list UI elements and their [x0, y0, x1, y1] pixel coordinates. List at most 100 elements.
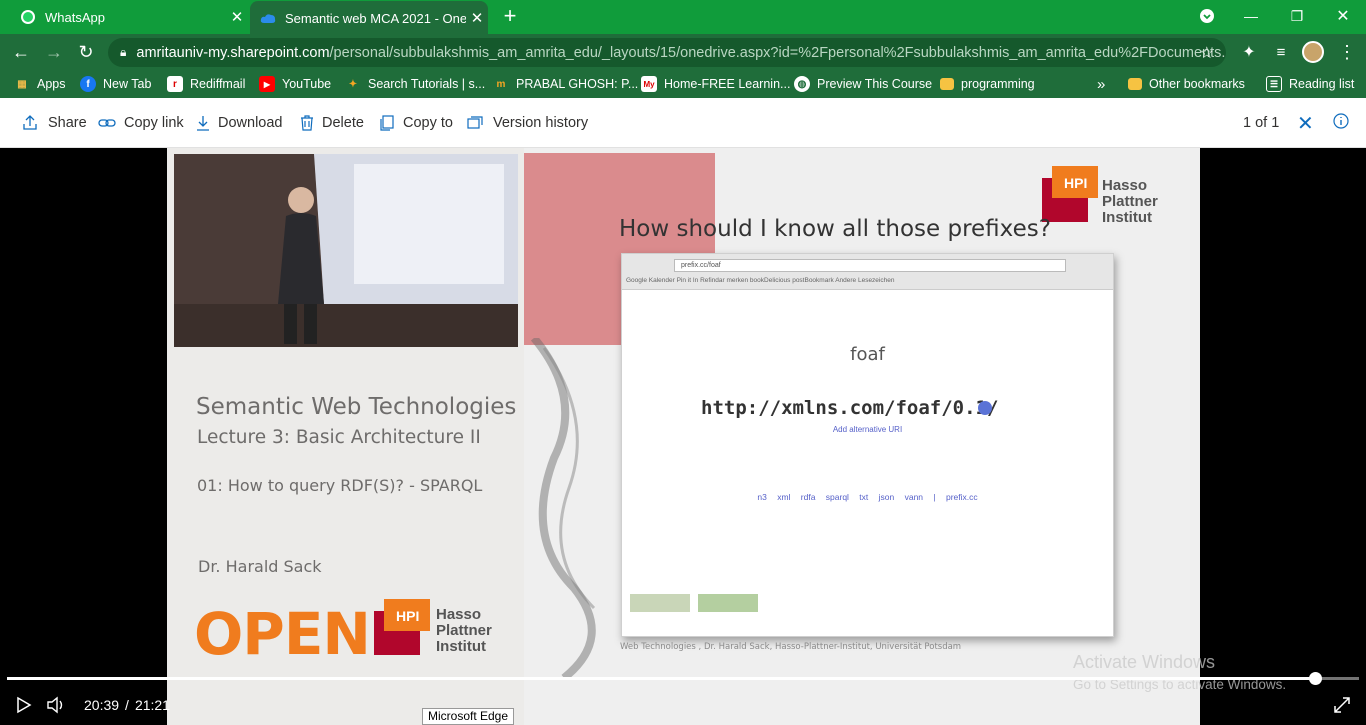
embedded-browser-screenshot: prefix.cc/foaf Google Kalender Pin it In… [621, 253, 1114, 637]
tab-strip: WhatsApp ✕ Semantic web MCA 2021 - OneD … [0, 0, 1366, 35]
back-button[interactable]: ← [8, 40, 34, 64]
bookmark-label: Rediffmail [190, 77, 246, 91]
bookmark-label: YouTube [282, 77, 332, 91]
video-frame: Semantic Web Technologies Lecture 3: Bas… [167, 148, 1200, 725]
forward-button[interactable]: → [41, 40, 67, 64]
bookmark-prabal-ghosh[interactable]: m PRABAL GHOSH: P... [493, 70, 639, 98]
bookmark-other[interactable]: Other bookmarks [1128, 70, 1245, 98]
copy-to-label: Copy to [403, 115, 453, 131]
extensions-icon[interactable]: ✦ [1236, 40, 1262, 64]
copy-link-button[interactable]: Copy link [98, 98, 184, 148]
embedded-bookmarks: Google Kalender Pin it In Refindar merke… [626, 277, 895, 284]
trash-icon [300, 115, 314, 131]
folder-icon [1128, 78, 1142, 90]
delete-button[interactable]: Delete [300, 98, 364, 148]
bookmark-preview-course[interactable]: ◍ Preview This Course [794, 70, 932, 98]
copy-link-label: Copy link [124, 115, 184, 131]
hpi-name-line: Institut [1102, 209, 1152, 226]
share-button[interactable]: Share [22, 98, 87, 148]
bookmark-label: Home-FREE Learnin... [664, 77, 791, 91]
volume-button[interactable] [46, 693, 66, 717]
author-name: Dr. Harald Sack [198, 557, 322, 576]
address-bar[interactable]: 🔒︎ amritauniv-my.sharepoint.com/personal… [108, 38, 1226, 67]
lock-icon: 🔒︎ [120, 45, 127, 59]
restore-button[interactable]: ❐ [1274, 0, 1320, 32]
namespace-uri: http://xmlns.com/foaf/0.1/ [701, 397, 999, 419]
reading-list[interactable]: ☰ Reading list [1266, 70, 1354, 98]
fullscreen-icon [1334, 697, 1350, 713]
bookmark-home-free-learning[interactable]: My Home-FREE Learnin... [641, 70, 790, 98]
bookmark-label: Reading list [1289, 77, 1355, 91]
version-history-button[interactable]: Version history [467, 98, 588, 148]
embedded-url: prefix.cc/foaf [674, 259, 1066, 272]
hpi-name-line: Plattner [1102, 193, 1158, 210]
tab-title: WhatsApp [45, 9, 105, 25]
copy-icon [379, 115, 395, 131]
fullscreen-button[interactable] [1333, 693, 1351, 717]
hpi-name-line: Plattner [436, 622, 492, 639]
hpi-name-line: Institut [436, 638, 486, 655]
close-tab-icon[interactable]: ✕ [466, 9, 488, 27]
bookmark-label: programming [961, 77, 1035, 91]
facebook-icon: f [80, 76, 96, 92]
version-history-icon [467, 116, 485, 130]
delete-label: Delete [322, 115, 364, 131]
bookmarks-bar: ▦ Apps f New Tab r Rediffmail ▶ YouTube ✦ Sea… [0, 70, 1366, 98]
tab-onedrive[interactable]: Semantic web MCA 2021 - OneD ✕ [250, 1, 488, 35]
bookmarks-overflow-button[interactable]: » [1097, 70, 1105, 98]
tutorials-icon: ✦ [348, 78, 358, 90]
play-button[interactable] [15, 693, 33, 717]
close-window-button[interactable]: ✕ [1320, 0, 1366, 32]
close-viewer-button[interactable]: ✕ [1297, 98, 1314, 148]
copy-to-button[interactable]: Copy to [379, 98, 453, 148]
current-time: 20:39 [84, 697, 120, 713]
seek-bar[interactable] [7, 672, 1359, 685]
my-icon: My [641, 76, 657, 92]
time-display: 20:39 / 21:21 [84, 693, 170, 717]
video-player[interactable]: Semantic Web Technologies Lecture 3: Bas… [0, 148, 1366, 725]
bookmark-label: Preview This Course [817, 77, 933, 91]
format-links: n3 xml rdfa sparql txt json vann | prefi… [757, 492, 978, 502]
media-control-icon[interactable]: ≡ [1268, 40, 1294, 64]
bookmark-rediffmail[interactable]: r Rediffmail [167, 70, 245, 98]
course-title: Semantic Web Technologies [196, 394, 517, 420]
bookmark-programming[interactable]: programming [940, 70, 1035, 98]
globe-icon: ◍ [794, 76, 810, 92]
seek-bar-fill [7, 677, 1315, 680]
hpi-institute-name: Hasso Plattner Institut [436, 607, 492, 655]
profile-avatar[interactable] [1300, 40, 1326, 64]
section-title: 01: How to query RDF(S)? - SPARQL [197, 476, 483, 495]
info-icon [1333, 113, 1349, 133]
bookmark-label: Apps [37, 77, 66, 91]
url-path: /personal/subbulakshmis_am_amrita_edu/_l… [329, 44, 1226, 61]
bookmark-search-tutorials[interactable]: ✦ Search Tutorials | s... [345, 70, 485, 98]
speaker-icon [47, 696, 63, 714]
close-tab-icon[interactable]: ✕ [226, 8, 248, 26]
download-label: Download [218, 115, 283, 131]
slide-footer: Web Technologies , Dr. Harald Sack, Hass… [620, 642, 962, 652]
hpi-institute-name: Hasso Plattner Institut [1102, 178, 1158, 226]
seek-handle[interactable] [1308, 672, 1322, 685]
tab-whatsapp[interactable]: WhatsApp ✕ [8, 0, 248, 34]
bookmark-label: PRABAL GHOSH: P... [516, 77, 639, 91]
url-host: amritauniv-my.sharepoint.com [136, 44, 330, 61]
hpi-logo-text: HPI [396, 608, 419, 624]
link-icon [98, 117, 116, 129]
bookmark-star-icon[interactable]: ☆ [1200, 43, 1214, 63]
version-history-label: Version history [493, 115, 589, 131]
alt-uri-link: Add alternative URI [832, 425, 903, 434]
download-button[interactable]: Download [196, 98, 283, 148]
info-button[interactable] [1333, 98, 1349, 148]
new-tab-button[interactable]: + [498, 5, 522, 29]
reload-button[interactable]: ↻ [73, 40, 99, 64]
minimize-button[interactable]: — [1228, 0, 1274, 32]
menu-icon[interactable]: ⋮ [1334, 40, 1360, 64]
decorative-sketch [530, 338, 596, 678]
bookmark-apps[interactable]: ▦ Apps [14, 70, 66, 98]
bookmark-new-tab[interactable]: f New Tab [80, 70, 151, 98]
tab-search-icon[interactable] [1184, 0, 1230, 32]
apps-grid-icon: ▦ [17, 78, 27, 90]
hpi-logo: HPI [374, 599, 430, 655]
hpi-name-line: Hasso [1102, 177, 1148, 194]
bookmark-youtube[interactable]: ▶ YouTube [259, 70, 331, 98]
